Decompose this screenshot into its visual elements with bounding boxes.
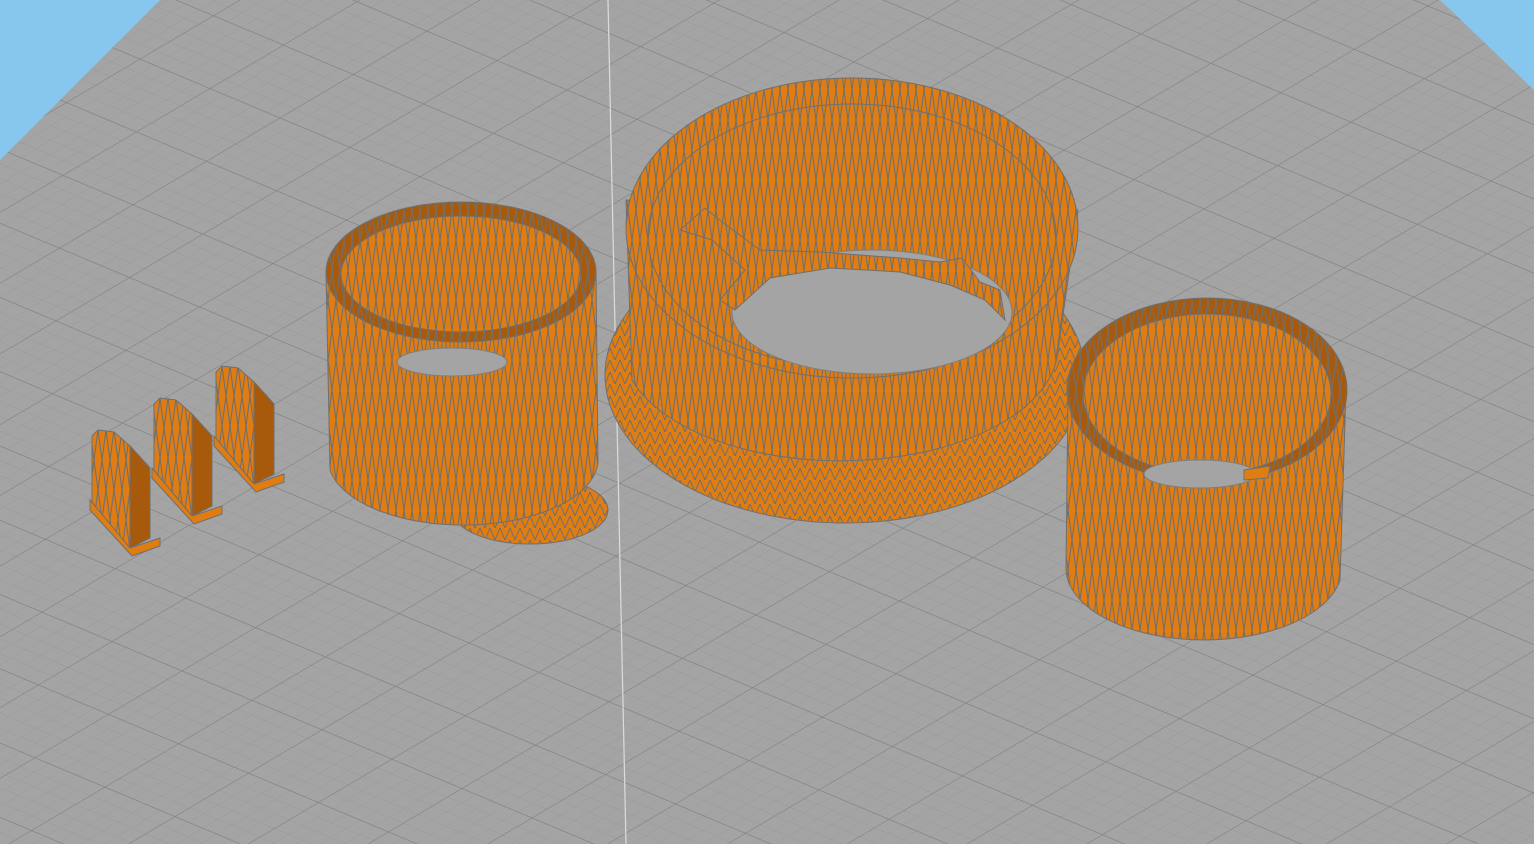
cylinder-cup-right[interactable]: [1065, 297, 1348, 641]
oval-ring-model[interactable]: [604, 77, 1086, 524]
build-plate-scene[interactable]: [0, 0, 1534, 844]
cylinder-cup-left[interactable]: [325, 201, 609, 545]
3d-viewport[interactable]: [0, 0, 1534, 844]
